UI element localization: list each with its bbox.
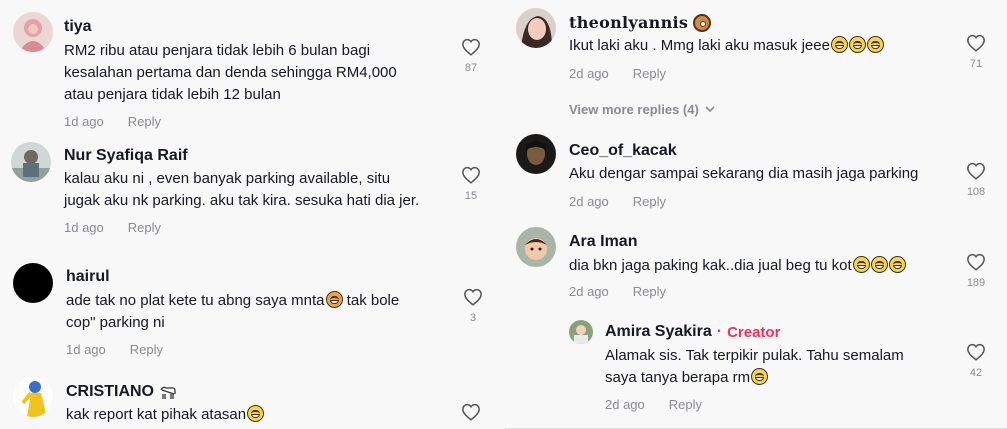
grinning-squinting-face-icon bbox=[247, 405, 265, 422]
grinning-squinting-face-icon bbox=[852, 256, 870, 273]
grinning-squinting-face-icon bbox=[751, 368, 769, 385]
comment-meta: 2d ago Reply bbox=[569, 284, 666, 299]
comment-item: Nur Syafiqa Raif kalau aku ni , even ban… bbox=[0, 140, 505, 250]
comment-item: Ceo_of_kacak Aku dengar sampai sekarang … bbox=[505, 128, 1007, 223]
heart-outline-icon bbox=[967, 253, 985, 271]
comment-item: Ara Iman dia bkn jaga paking kak..dia ju… bbox=[505, 220, 1007, 310]
username[interactable]: tiya bbox=[64, 18, 92, 36]
smiling-face-with-hearts-icon bbox=[325, 291, 343, 308]
comment-text: Aku dengar sampai sekarang dia masih jag… bbox=[569, 165, 919, 182]
like-button[interactable]: 15 bbox=[456, 166, 486, 202]
timestamp: 1d ago bbox=[64, 114, 104, 129]
reply-button[interactable]: Reply bbox=[669, 397, 702, 412]
comment-text: RM2 ribu atau penjara tidak lebih 6 bula… bbox=[64, 42, 397, 103]
comment-item: hairul ade tak no plat kete tu abng saya… bbox=[0, 250, 505, 370]
comment-text: Alamak sis. Tak terpikir pulak. Tahu sem… bbox=[605, 347, 904, 386]
avatar[interactable] bbox=[13, 377, 53, 417]
heart-outline-icon bbox=[464, 288, 482, 306]
username[interactable]: theonlyannis bbox=[569, 13, 712, 32]
comment-meta: 2d ago Reply bbox=[569, 66, 666, 81]
grinning-squinting-face-icon bbox=[866, 36, 884, 53]
like-button[interactable]: 71 bbox=[961, 34, 991, 70]
comment-meta: 2d ago Reply bbox=[605, 397, 702, 412]
avatar[interactable] bbox=[516, 134, 556, 174]
grinning-squinting-face-icon bbox=[870, 256, 888, 273]
avatar[interactable] bbox=[13, 263, 53, 303]
grinning-squinting-face-icon bbox=[830, 36, 848, 53]
heart-outline-icon bbox=[462, 403, 480, 421]
avatar[interactable] bbox=[516, 227, 556, 267]
comment-meta: 1d ago Reply bbox=[64, 220, 161, 235]
comment-text: dia bkn jaga paking kak..dia jual beg tu… bbox=[569, 255, 959, 277]
comment-item: tiya RM2 ribu atau penjara tidak lebih 6… bbox=[0, 0, 505, 140]
timestamp: 1d ago bbox=[64, 220, 104, 235]
comment-text: ade tak no plat kete tu abng saya mnta t… bbox=[66, 291, 400, 331]
grinning-squinting-face-icon bbox=[888, 256, 906, 273]
comment-text: Ikut laki aku . Mmg laki aku masuk jeee bbox=[569, 35, 949, 57]
username[interactable]: Ceo_of_kacak bbox=[569, 142, 677, 160]
like-count: 3 bbox=[469, 312, 477, 324]
reply-button[interactable]: Reply bbox=[130, 342, 163, 357]
comment-meta: 2d ago Reply bbox=[569, 194, 666, 209]
comment-text: kalau aku ni , even banyak parking avail… bbox=[64, 170, 420, 209]
avatar[interactable] bbox=[569, 320, 593, 344]
goat-icon bbox=[160, 386, 176, 399]
creator-badge: Creator bbox=[727, 323, 781, 341]
timestamp: 2d ago bbox=[569, 66, 609, 81]
username[interactable]: Ara Iman bbox=[569, 233, 637, 251]
doughnut-icon bbox=[693, 13, 712, 32]
view-more-replies-button[interactable]: View more replies (4) bbox=[569, 102, 715, 117]
comment-item: theonlyannis Ikut laki aku . Mmg laki ak… bbox=[505, 0, 1007, 95]
reply-button[interactable]: Reply bbox=[633, 66, 666, 81]
heart-outline-icon bbox=[967, 34, 985, 52]
comment-meta: 1d ago Reply bbox=[64, 114, 161, 129]
username[interactable]: Amira Syakira · Creator bbox=[605, 323, 780, 341]
heart-outline-icon bbox=[462, 38, 480, 56]
reply-button[interactable]: Reply bbox=[128, 220, 161, 235]
heart-outline-icon bbox=[967, 162, 985, 180]
comment-meta: 1d ago Reply bbox=[66, 342, 163, 357]
comments-column-left: tiya RM2 ribu atau penjara tidak lebih 6… bbox=[0, 0, 505, 429]
reply-button[interactable]: Reply bbox=[128, 114, 161, 129]
like-count: 15 bbox=[464, 190, 478, 202]
like-count: 71 bbox=[969, 58, 983, 70]
username[interactable]: CRISTIANO bbox=[66, 383, 177, 401]
like-button[interactable] bbox=[456, 403, 486, 421]
comments-column-right: theonlyannis Ikut laki aku . Mmg laki ak… bbox=[505, 0, 1007, 429]
comment-item: CRISTIANO kak report kat pihak atasan bbox=[0, 370, 505, 429]
comment-text: kak report kat pihak atasan bbox=[66, 404, 466, 426]
heart-outline-icon bbox=[967, 343, 985, 361]
like-count: 42 bbox=[969, 367, 983, 379]
like-button[interactable]: 189 bbox=[961, 253, 991, 289]
avatar[interactable] bbox=[11, 142, 51, 182]
timestamp: 2d ago bbox=[569, 284, 609, 299]
like-button[interactable]: 3 bbox=[458, 288, 488, 324]
like-count: 189 bbox=[966, 277, 986, 289]
like-button[interactable]: 42 bbox=[961, 343, 991, 379]
reply-button[interactable]: Reply bbox=[633, 284, 666, 299]
like-count: 108 bbox=[966, 186, 986, 198]
avatar[interactable] bbox=[13, 12, 53, 52]
reply-item: Amira Syakira · Creator Alamak sis. Tak … bbox=[505, 310, 1007, 429]
timestamp: 2d ago bbox=[569, 194, 609, 209]
grinning-squinting-face-icon bbox=[848, 36, 866, 53]
username[interactable]: Nur Syafiqa Raif bbox=[64, 147, 188, 165]
timestamp: 2d ago bbox=[605, 397, 645, 412]
like-button[interactable]: 87 bbox=[456, 38, 486, 74]
like-button[interactable]: 108 bbox=[961, 162, 991, 198]
avatar[interactable] bbox=[516, 8, 556, 48]
heart-outline-icon bbox=[462, 166, 480, 184]
reply-button[interactable]: Reply bbox=[633, 194, 666, 209]
like-count: 87 bbox=[464, 62, 478, 74]
timestamp: 1d ago bbox=[66, 342, 106, 357]
username[interactable]: hairul bbox=[66, 268, 110, 286]
chevron-down-icon bbox=[705, 106, 715, 113]
